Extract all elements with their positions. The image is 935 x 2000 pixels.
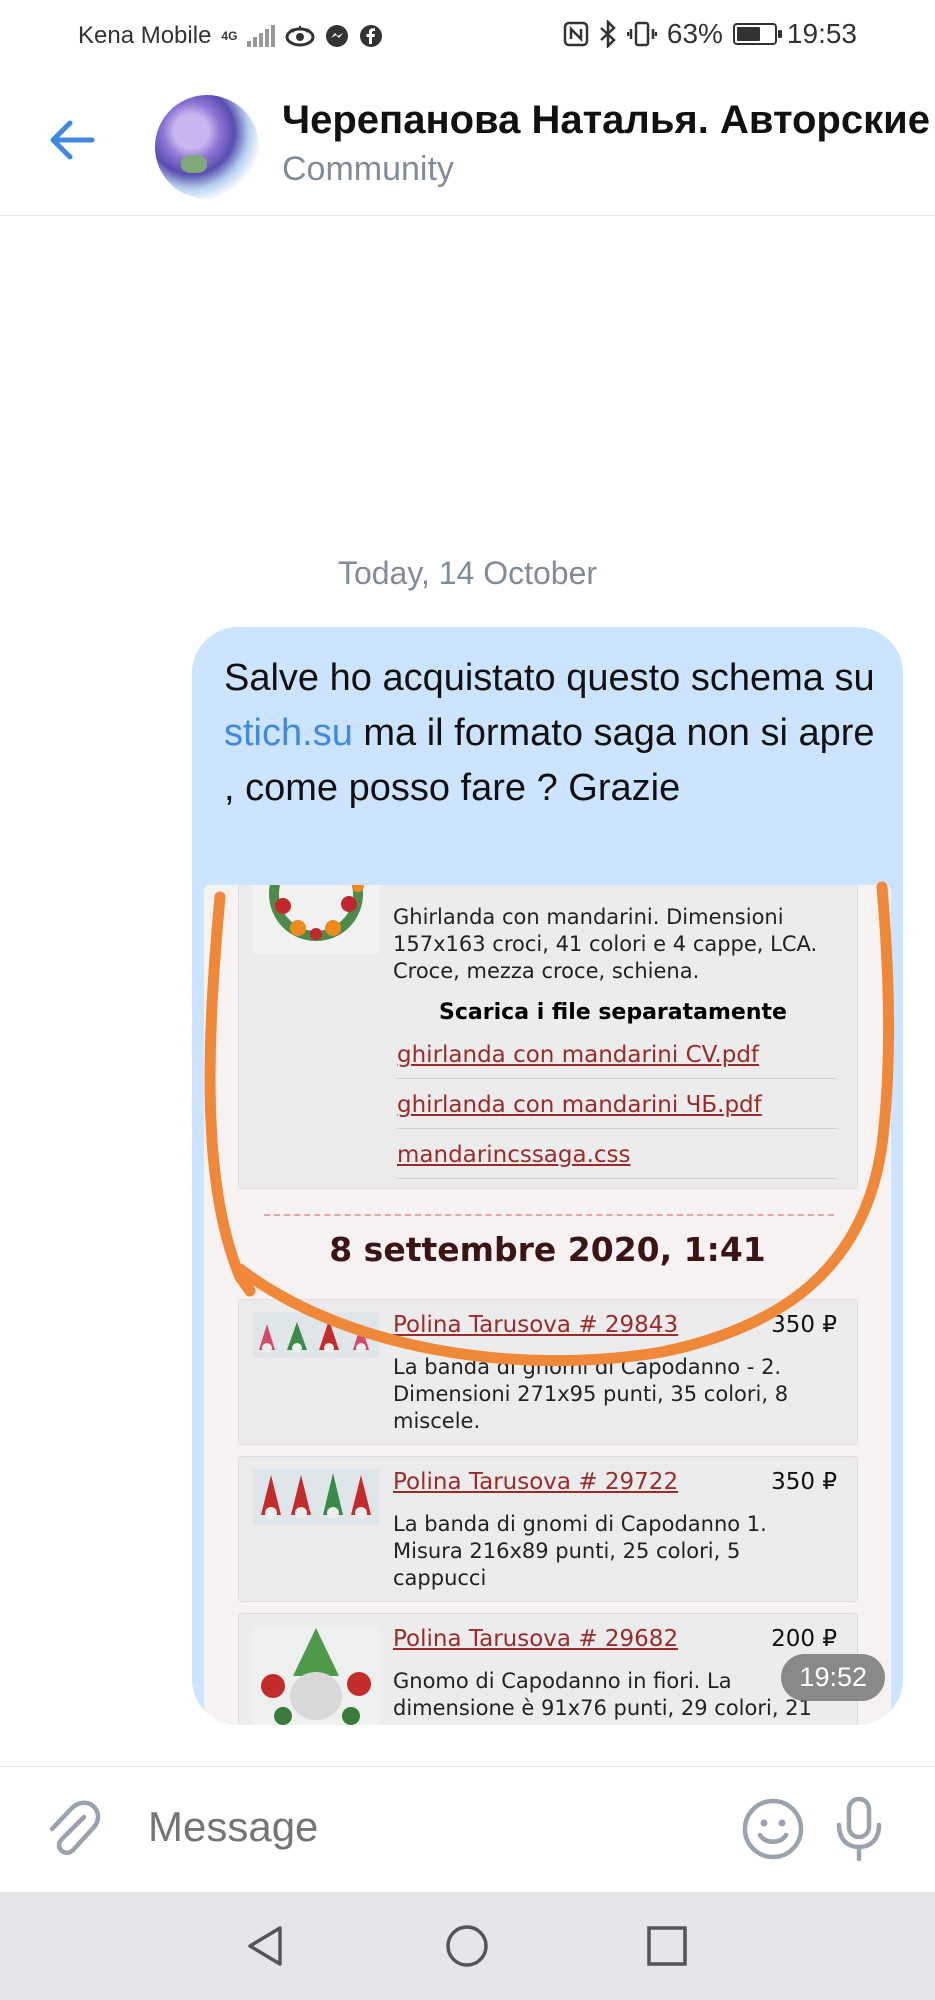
clock: 19:53 [786, 18, 857, 49]
shop-item-card: Ghirlanda con mandarini. Dimensioni 157x… [238, 885, 858, 1189]
circle-home-icon[interactable] [443, 1922, 491, 1970]
download-link[interactable]: ghirlanda con mandarini ЧБ.pdf [397, 1092, 837, 1129]
nfc-icon [563, 21, 589, 47]
network-type: 4G [221, 29, 238, 43]
chat-title[interactable]: Черепанова Наталья. Авторские [282, 98, 930, 143]
date-separator: Today, 14 October [337, 555, 598, 591]
shop-item-card: Polina Tarusova # 29843 350 ₽ La banda d… [238, 1299, 858, 1445]
square-recents-icon[interactable] [643, 1922, 691, 1970]
battery-fill [736, 27, 760, 41]
divider [264, 1214, 834, 1216]
facebook-icon [360, 25, 383, 47]
item-description: Ghirlanda con mandarini. Dimensioni 157x… [393, 905, 818, 983]
message-bubble[interactable]: Salve ho acquistato questo schema su sti… [192, 627, 903, 1725]
arrow-left-icon[interactable] [40, 108, 104, 172]
messenger-icon [326, 25, 349, 47]
attached-screenshot[interactable]: Ghirlanda con mandarini. Dimensioni 157x… [204, 885, 891, 1725]
message-input[interactable] [148, 1803, 648, 1851]
avatar[interactable] [155, 95, 259, 199]
paperclip-icon[interactable] [40, 1797, 104, 1861]
item-price: 200 ₽ [771, 1626, 837, 1652]
eye-icon [285, 26, 315, 47]
battery-percent: 63% [666, 18, 723, 49]
message-text: Salve ho acquistato questo schema su sti… [224, 651, 884, 816]
item-price: 350 ₽ [771, 1312, 837, 1338]
item-title-link[interactable]: Polina Tarusova # 29843 [393, 1312, 678, 1338]
microphone-icon[interactable] [827, 1795, 891, 1863]
status-bar-left: Kena Mobile 4G [78, 22, 383, 50]
item-price: 350 ₽ [771, 1469, 837, 1495]
item-description: La banda di gnomi di Capodanno - 2. Dime… [393, 1355, 789, 1433]
carrier-name: Kena Mobile [78, 22, 212, 49]
item-description: La banda di gnomi di Capodanno 1. Misura… [393, 1512, 767, 1590]
item-title-link[interactable]: Polina Tarusova # 29722 [393, 1469, 678, 1495]
bluetooth-icon [600, 20, 616, 48]
download-link[interactable]: ghirlanda con mandarini CV.pdf [397, 1042, 837, 1079]
message-time: 19:52 [781, 1654, 885, 1701]
vibrate-icon [626, 21, 657, 47]
status-bar: Kena Mobile 4G 63% 19:53 [0, 0, 935, 70]
downloads-heading: Scarica i file separatamente [439, 1000, 787, 1025]
message-text-part: Salve ho acquistato questo schema su [224, 657, 875, 699]
section-date: 8 settembre 2020, 1:41 [329, 1230, 766, 1269]
triangle-back-icon[interactable] [242, 1922, 290, 1970]
item-description: Gnomo di Capodanno in fiori. La dimensio… [393, 1669, 812, 1720]
signal-icon [247, 25, 276, 47]
gnomes-thumbnail [253, 1469, 379, 1525]
system-nav-bar [0, 1892, 935, 2000]
message-composer [0, 1766, 935, 1892]
gnomes-thumbnail [253, 1312, 379, 1358]
download-link[interactable]: mandarincssaga.css [397, 1142, 837, 1179]
shop-item-card: Polina Tarusova # 29722 350 ₽ La banda d… [238, 1456, 858, 1602]
shop-item-card: Polina Tarusova # 29682 200 ₽ Gnomo di C… [238, 1613, 858, 1725]
item-title-link[interactable]: Polina Tarusova # 29682 [393, 1626, 678, 1652]
battery-icon [732, 23, 782, 45]
chat-header: Черепанова Наталья. Авторские Community [0, 70, 935, 216]
status-bar-right: 63% 19:53 [563, 18, 857, 50]
gnome-flowers-thumbnail [253, 1626, 379, 1725]
smile-icon[interactable] [741, 1797, 805, 1861]
chat-subtitle: Community [282, 150, 454, 188]
message-link[interactable]: stich.su [224, 712, 353, 754]
wreath-thumbnail [253, 885, 379, 954]
